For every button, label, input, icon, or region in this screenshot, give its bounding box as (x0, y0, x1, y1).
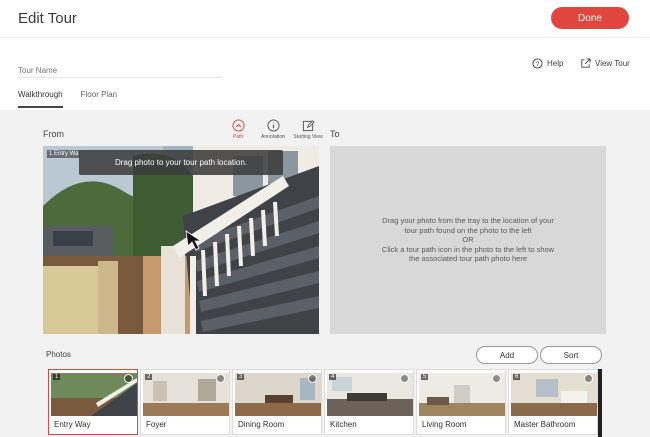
photo-thumb-entry-way[interactable]: 1 Entry Way (48, 369, 138, 435)
thumb-caption: Master Bathroom (514, 420, 576, 429)
path-tool[interactable]: Path (222, 119, 254, 140)
thumb-caption: Foyer (146, 420, 167, 429)
top-bar: Edit Tour Done (0, 0, 650, 38)
to-instruction-line: tour path found on the photo to the left (404, 225, 532, 235)
photo-thumb-master-bathroom[interactable]: 6 Master Bathroom (508, 369, 598, 435)
starting-view-tool[interactable]: Starting View (292, 119, 324, 140)
starting-view-tool-label: Starting View (293, 134, 323, 140)
photos-heading: Photos (46, 350, 71, 359)
info-circle-icon (266, 119, 280, 132)
photo-thumb-foyer[interactable]: 2 Foyer (140, 369, 230, 435)
tray-scrollbar[interactable] (598, 369, 602, 437)
to-label: To (330, 129, 340, 139)
thumb-caption: Living Room (422, 420, 467, 429)
thumb-path-icon[interactable] (124, 374, 133, 383)
thumb-number: 1 (53, 374, 61, 380)
tour-name-input[interactable] (18, 66, 222, 75)
thumb-number: 4 (329, 374, 337, 380)
to-dropzone[interactable]: Drag your photo from the tray to the loc… (330, 146, 606, 334)
to-instructions: Drag your photo from the tray to the loc… (363, 216, 573, 264)
drag-hint-toast: Drag photo to your tour path location. (79, 150, 283, 175)
tab-walkthrough[interactable]: Walkthrough (18, 90, 63, 108)
thumb-caption: Kitchen (330, 420, 357, 429)
from-photo-tag: 1 Entry Wa (47, 150, 81, 158)
external-link-icon (581, 58, 591, 68)
pencil-icon (302, 120, 315, 132)
thumb-number: 6 (513, 374, 521, 380)
from-label: From (43, 129, 64, 139)
tab-floor-plan[interactable]: Floor Plan (81, 90, 117, 108)
photo-tray: 1 Entry Way 2 Foyer 3 Dining Room 4 Kitc… (46, 369, 602, 437)
photo-thumb-kitchen[interactable]: 4 Kitchen (324, 369, 414, 435)
thumb-path-icon[interactable] (308, 374, 317, 383)
annotation-tool[interactable]: Annotation (257, 119, 289, 140)
help-label: Help (547, 59, 564, 68)
view-tour-label: View Tour (595, 59, 630, 68)
tab-bar: Walkthrough Floor Plan (18, 90, 117, 108)
thumb-path-icon[interactable] (584, 374, 593, 383)
thumb-caption: Entry Way (54, 420, 91, 429)
to-instruction-line: Drag your photo from the tray to the loc… (382, 216, 554, 226)
done-button[interactable]: Done (551, 7, 629, 29)
thumb-path-icon[interactable] (400, 374, 409, 383)
to-instruction-line: OR (462, 235, 474, 245)
photo-thumb-dining-room[interactable]: 3 Dining Room (232, 369, 322, 435)
thumb-number: 5 (421, 374, 429, 380)
sort-photos-button[interactable]: Sort (540, 346, 602, 364)
editor-toolbar: Path Annotation Starting View (222, 119, 324, 140)
question-circle-icon: ? (532, 58, 543, 69)
thumb-number: 2 (145, 374, 153, 380)
thumb-path-icon[interactable] (216, 374, 225, 383)
thumb-path-icon[interactable] (492, 374, 501, 383)
tour-name-field[interactable] (18, 60, 222, 78)
thumb-number: 3 (237, 374, 245, 380)
add-photo-button[interactable]: Add (476, 346, 538, 364)
annotation-tool-label: Annotation (261, 134, 285, 140)
to-instruction-line: the associated tour path photo here (408, 254, 527, 264)
help-link[interactable]: ? Help (532, 58, 563, 69)
to-instruction-line: Click a tour path icon in the photo to t… (381, 244, 555, 254)
thumb-caption: Dining Room (238, 420, 285, 429)
page-title: Edit Tour (18, 10, 77, 27)
view-tour-link[interactable]: View Tour (580, 58, 630, 69)
photo-thumb-living-room[interactable]: 5 Living Room (416, 369, 506, 435)
svg-text:?: ? (536, 61, 540, 68)
chevron-up-circle-icon (231, 119, 245, 132)
path-tool-label: Path (232, 134, 244, 140)
